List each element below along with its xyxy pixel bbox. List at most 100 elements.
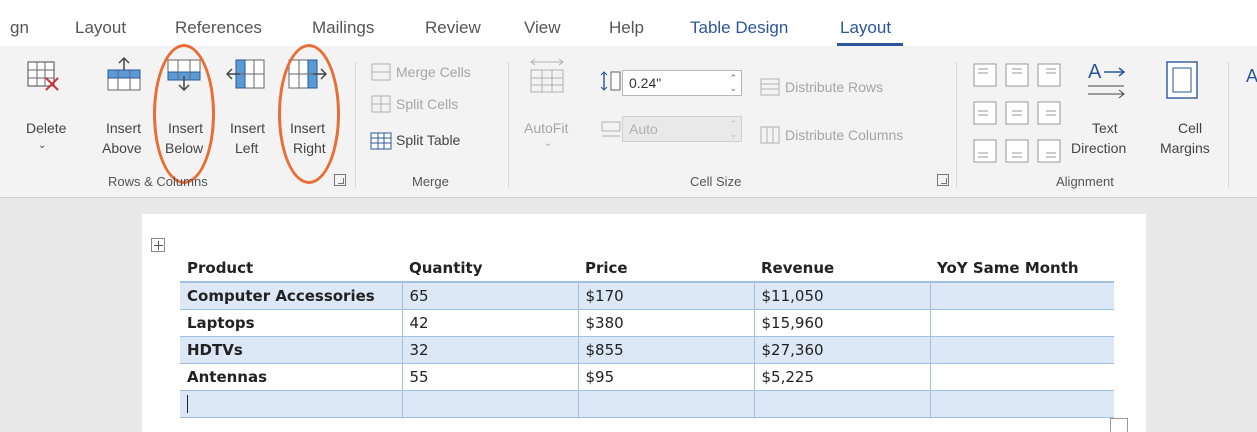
table-cell[interactable] xyxy=(929,309,1114,337)
insert-above-label-2: Above xyxy=(102,140,142,156)
table-cell[interactable]: $11,050 xyxy=(753,282,930,310)
tab-table-layout[interactable]: Layout xyxy=(840,18,891,38)
distribute-columns-icon xyxy=(760,126,780,144)
table-row: HDTVs 32 $855 $27,360 xyxy=(180,336,1114,364)
insert-above-label-1: Insert xyxy=(106,120,142,136)
cell-margins-label-2: Margins xyxy=(1160,140,1210,156)
insert-left-label-1: Insert xyxy=(230,120,266,136)
tab-table-design[interactable]: Table Design xyxy=(690,18,788,38)
table-header-row: Product Quantity Price Revenue YoY Same … xyxy=(180,255,1114,283)
merge-cells-icon xyxy=(371,63,391,81)
column-width-spinner-icon[interactable]: ⌃ ⌄ xyxy=(729,119,737,139)
group-divider xyxy=(355,62,356,188)
svg-text:A: A xyxy=(1088,61,1102,83)
table-cell[interactable]: $95 xyxy=(577,363,754,391)
column-width-input[interactable]: Auto ⌃ ⌄ xyxy=(622,116,742,142)
header-cell[interactable]: Quantity xyxy=(402,255,578,283)
column-width-value: Auto xyxy=(629,121,658,137)
text-cursor xyxy=(187,394,188,413)
cell-size-dialog-launcher-icon[interactable] xyxy=(937,174,949,186)
header-cell[interactable]: Product xyxy=(180,255,402,283)
table-cell[interactable]: 55 xyxy=(401,363,578,391)
insert-above-icon xyxy=(107,56,141,91)
next-group-partial-icon: A xyxy=(1246,66,1257,86)
table-cell[interactable] xyxy=(577,390,754,418)
alignment-group-label: Alignment xyxy=(1056,174,1114,189)
group-divider xyxy=(508,62,509,188)
table-row: Antennas 55 $95 $5,225 xyxy=(180,363,1114,391)
header-cell[interactable]: Revenue xyxy=(754,255,930,283)
insert-left-icon xyxy=(226,59,265,89)
autofit-label: AutoFit xyxy=(524,120,569,136)
header-cell[interactable]: Price xyxy=(578,255,754,283)
delete-label: Delete xyxy=(26,120,67,136)
cell-size-group-label: Cell Size xyxy=(690,174,742,189)
table-cell[interactable]: Laptops xyxy=(180,309,402,337)
table-move-handle-icon[interactable] xyxy=(151,238,165,252)
table-cell[interactable]: $27,360 xyxy=(753,336,930,364)
table-cell[interactable] xyxy=(753,390,930,418)
insert-left-label-2: Left xyxy=(235,140,259,156)
split-table-icon xyxy=(370,132,392,150)
table-cell[interactable] xyxy=(929,363,1114,391)
autofit-icon xyxy=(530,58,564,93)
cell-margins-icon xyxy=(1166,61,1198,99)
table-cell[interactable] xyxy=(401,390,578,418)
table-cell[interactable]: 32 xyxy=(401,336,578,364)
text-direction-label-2: Direction xyxy=(1071,140,1127,156)
sales-table[interactable]: Product Quantity Price Revenue YoY Same … xyxy=(180,255,1114,418)
table-row: Laptops 42 $380 $15,960 xyxy=(180,309,1114,337)
cell-alignment-buttons-icon[interactable] xyxy=(970,60,1070,166)
table-cell[interactable]: HDTVs xyxy=(180,336,402,364)
delete-table-icon xyxy=(27,61,59,91)
table-row-empty xyxy=(180,390,1114,418)
table-cell[interactable]: $5,225 xyxy=(753,363,930,391)
table-cell[interactable] xyxy=(929,282,1114,310)
insert-right-highlight-oval xyxy=(278,44,340,184)
table-cell[interactable]: 42 xyxy=(401,309,578,337)
merge-group-label: Merge xyxy=(412,174,449,189)
distribute-rows-label: Distribute Rows xyxy=(785,79,884,95)
column-width-icon xyxy=(601,121,621,137)
text-direction-icon: A xyxy=(1088,61,1126,99)
row-height-input[interactable]: 0.24" ⌃ ⌄ xyxy=(622,70,742,96)
tab-view[interactable]: View xyxy=(524,18,561,38)
header-cell[interactable]: YoY Same Month xyxy=(930,255,1114,283)
tab-mailings[interactable]: Mailings xyxy=(312,18,374,38)
distribute-rows-icon xyxy=(760,78,780,96)
row-height-icon xyxy=(600,71,621,91)
ribbon: Delete ⌄ Insert Above Insert Below Inser… xyxy=(0,44,1257,198)
table-cell[interactable]: $170 xyxy=(577,282,754,310)
split-cells-label: Split Cells xyxy=(396,96,459,112)
text-direction-label-1: Text xyxy=(1092,120,1118,136)
tab-review[interactable]: Review xyxy=(425,18,481,38)
autofit-dropdown-icon: ⌄ xyxy=(544,138,553,149)
table-cell[interactable] xyxy=(929,390,1114,418)
group-divider xyxy=(956,62,957,188)
rows-columns-group-label: Rows & Columns xyxy=(108,174,208,189)
table-cell[interactable]: $380 xyxy=(577,309,754,337)
tab-help[interactable]: Help xyxy=(609,18,644,38)
group-divider xyxy=(1228,62,1229,188)
table-cell[interactable]: $15,960 xyxy=(753,309,930,337)
ribbon-tabs: gn Layout References Mailings Review Vie… xyxy=(0,0,1257,46)
table-cell-active[interactable] xyxy=(180,390,402,418)
table-cell[interactable] xyxy=(929,336,1114,364)
split-cells-icon xyxy=(371,95,391,113)
distribute-columns-label: Distribute Columns xyxy=(785,127,904,143)
table-cell[interactable]: $855 xyxy=(577,336,754,364)
table-cell[interactable]: Antennas xyxy=(180,363,402,391)
tab-references[interactable]: References xyxy=(175,18,262,38)
tab-layout-page[interactable]: Layout xyxy=(75,18,126,38)
merge-cells-label: Merge Cells xyxy=(396,64,471,80)
table-cell[interactable]: 65 xyxy=(401,282,578,310)
insert-below-highlight-oval xyxy=(153,44,215,184)
rows-columns-dialog-launcher-icon[interactable] xyxy=(334,174,346,186)
table-row: Computer Accessories 65 $170 $11,050 xyxy=(180,282,1114,310)
row-height-spinner-icon[interactable]: ⌃ ⌄ xyxy=(729,73,737,93)
table-resize-handle[interactable] xyxy=(1110,418,1128,432)
cell-margins-label-1: Cell xyxy=(1178,120,1203,136)
delete-dropdown-icon: ⌄ xyxy=(38,140,47,151)
table-cell[interactable]: Computer Accessories xyxy=(180,282,402,310)
tab-design-partial[interactable]: gn xyxy=(10,18,29,38)
